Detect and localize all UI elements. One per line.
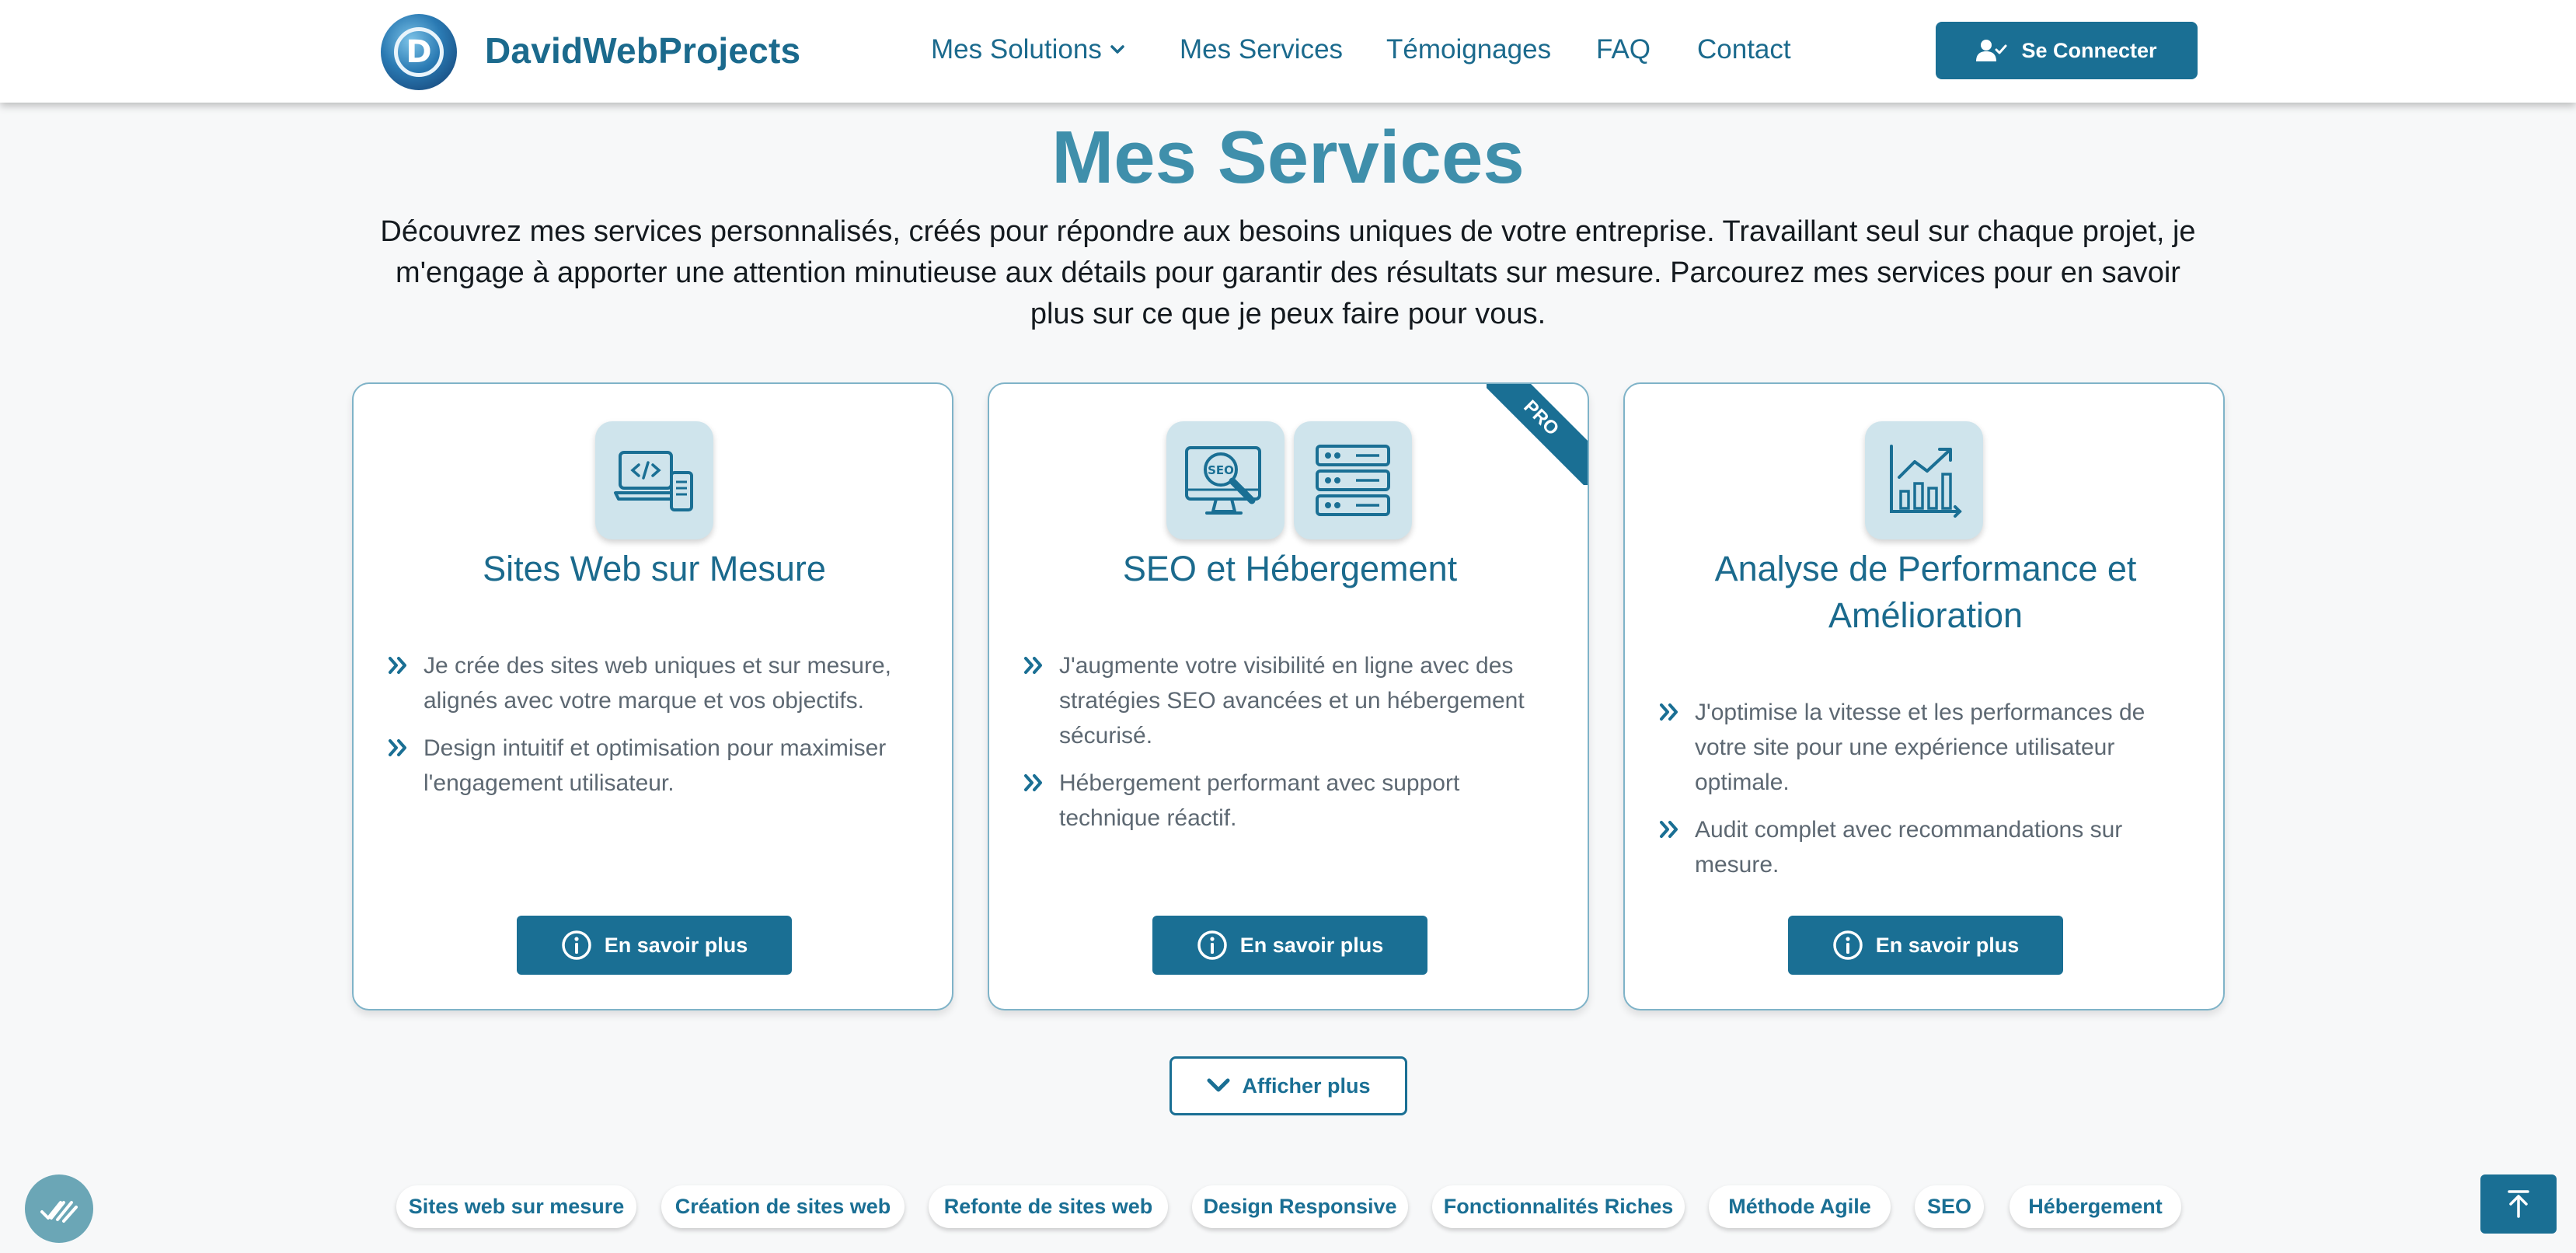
card-title: Sites Web sur Mesure [483, 549, 826, 588]
arrow-up-icon [2508, 1190, 2529, 1218]
logo-icon[interactable]: D [381, 14, 457, 90]
nav-mes-solutions[interactable]: Mes Solutions [931, 34, 1125, 65]
tag-methode-agile[interactable]: Méthode Agile [1709, 1185, 1891, 1228]
double-chevron-right-icon [1660, 703, 1678, 721]
tag-seo[interactable]: SEO [1915, 1185, 1984, 1228]
list-item: Hébergement performant avec support tech… [1023, 766, 1552, 836]
afficher-plus-button[interactable]: Afficher plus [1169, 1056, 1407, 1115]
card-title: SEO et Hébergement [1122, 549, 1458, 588]
service-card-sites-web: Sites Web sur Mesure Je crée des sites w… [352, 382, 953, 1010]
card-bullet-list: Je crée des sites web uniques et sur mes… [388, 648, 916, 813]
tag-sites-web-sur-mesure[interactable]: Sites web sur mesure [396, 1185, 636, 1228]
server-icon [1294, 421, 1412, 539]
accessibility-widget-button[interactable] [25, 1174, 93, 1243]
en-savoir-plus-button[interactable]: En savoir plus [1788, 916, 2063, 975]
list-item: Je crée des sites web uniques et sur mes… [388, 648, 916, 718]
info-circle-icon [1832, 930, 1863, 960]
svg-text:SEO: SEO [1208, 463, 1234, 477]
nav-mes-solutions-label: Mes Solutions [931, 34, 1102, 65]
list-item: Audit complet avec recommandations sur m… [1659, 812, 2187, 882]
nav-temoignages[interactable]: Témoignages [1386, 34, 1551, 65]
site-header: D DavidWebProjects Mes Solutions Mes Ser… [0, 0, 2576, 103]
bullet-text: J'augmente votre visibilité en ligne ave… [1059, 653, 1525, 749]
en-savoir-plus-label: En savoir plus [1239, 933, 1384, 957]
pro-badge: PRO [1487, 384, 1588, 485]
chevron-down-icon [1207, 1078, 1230, 1092]
list-item: J'optimise la vitesse et les performance… [1659, 695, 2187, 800]
service-card-seo-hebergement: PRO SEO SEO et Hébergement J'augmente vo… [988, 382, 1589, 1010]
nav-contact[interactable]: Contact [1697, 34, 1791, 65]
double-chevron-right-icon [1024, 774, 1042, 791]
user-check-icon [1976, 40, 2007, 61]
en-savoir-plus-label: En savoir plus [604, 933, 748, 957]
login-button[interactable]: Se Connecter [1936, 22, 2198, 79]
tag-design-responsive[interactable]: Design Responsive [1192, 1185, 1408, 1228]
seo-monitor-icon: SEO [1166, 421, 1285, 539]
info-circle-icon [561, 930, 591, 960]
info-circle-icon [1197, 930, 1227, 960]
double-chevron-right-icon [389, 739, 406, 756]
pro-ribbon: PRO [1487, 384, 1588, 485]
tag-creation-sites-web[interactable]: Création de sites web [661, 1185, 905, 1228]
bullet-text: Audit complet avec recommandations sur m… [1695, 817, 2123, 878]
card-bullet-list: J'augmente votre visibilité en ligne ave… [1023, 648, 1552, 848]
page-title: Mes Services [1051, 116, 1525, 199]
double-chevron-right-icon [1660, 821, 1678, 838]
card-title: Analyse de Performance et Amélioration [1714, 549, 2137, 635]
tag-fonctionnalites-riches[interactable]: Fonctionnalités Riches [1432, 1185, 1685, 1228]
bullet-text: Je crée des sites web uniques et sur mes… [424, 653, 891, 714]
login-button-label: Se Connecter [2021, 38, 2157, 62]
tag-refonte-sites-web[interactable]: Refonte de sites web [929, 1185, 1168, 1228]
en-savoir-plus-button[interactable]: En savoir plus [517, 916, 792, 975]
logo-letter: D [394, 27, 444, 77]
nav-faq[interactable]: FAQ [1596, 34, 1651, 65]
list-item: J'augmente votre visibilité en ligne ave… [1023, 648, 1552, 753]
en-savoir-plus-button[interactable]: En savoir plus [1152, 916, 1427, 975]
list-item: Design intuitif et optimisation pour max… [388, 731, 916, 801]
growth-chart-icon [1865, 421, 1983, 539]
intro-text: Découvrez mes services personnalisés, cr… [380, 215, 2196, 330]
bullet-text: Hébergement performant avec support tech… [1059, 770, 1460, 831]
bullet-text: J'optimise la vitesse et les performance… [1695, 700, 2146, 795]
wave-check-icon [40, 1201, 78, 1223]
brand-name[interactable]: DavidWebProjects [485, 30, 800, 72]
card-bullet-list: J'optimise la vitesse et les performance… [1659, 695, 2187, 895]
laptop-code-icon [595, 421, 713, 539]
nav-mes-services[interactable]: Mes Services [1180, 34, 1343, 65]
double-chevron-right-icon [389, 657, 406, 674]
tag-hebergement[interactable]: Hébergement [2010, 1185, 2181, 1228]
en-savoir-plus-label: En savoir plus [1875, 933, 2020, 957]
afficher-plus-label: Afficher plus [1242, 1073, 1371, 1098]
bullet-text: Design intuitif et optimisation pour max… [424, 735, 887, 796]
service-card-analyse-performance: Analyse de Performance et Amélioration J… [1623, 382, 2225, 1010]
double-chevron-right-icon [1024, 657, 1042, 674]
chevron-down-icon [1110, 45, 1124, 54]
scroll-to-top-button[interactable] [2480, 1174, 2557, 1234]
